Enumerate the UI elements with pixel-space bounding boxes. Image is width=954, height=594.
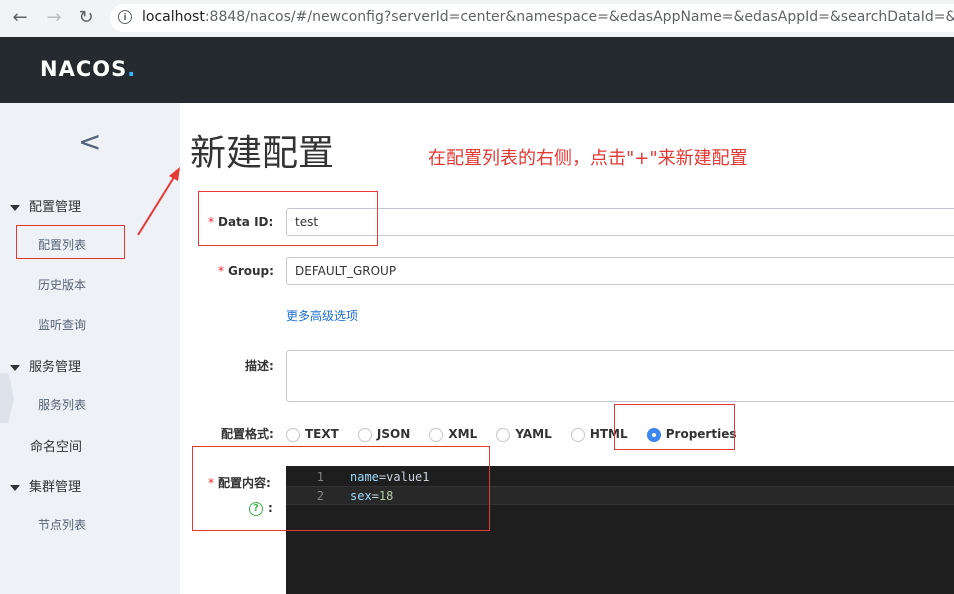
menu-group-label: 配置管理 bbox=[29, 200, 82, 215]
browser-toolbar: ← → ↻ i localhost:8848/nacos/#/newconfig… bbox=[0, 0, 954, 38]
description-textarea[interactable] bbox=[286, 350, 954, 402]
radio-circle bbox=[570, 427, 585, 442]
required-mark: * bbox=[218, 264, 224, 278]
group-input[interactable]: DEFAULT_GROUP bbox=[286, 257, 954, 285]
radio-label: JSON bbox=[376, 427, 411, 442]
format-label: 配置格式: bbox=[221, 427, 274, 441]
radio-xml[interactable]: XML bbox=[429, 427, 477, 442]
reload-icon[interactable]: ↻ bbox=[74, 6, 98, 30]
menu-group-label: 服务管理 bbox=[29, 360, 82, 375]
nacos-logo[interactable]: NACOS. bbox=[40, 57, 136, 81]
sidebar-item-namespace[interactable]: 命名空间 bbox=[30, 436, 82, 455]
sidebar-item-service-list[interactable]: 服务列表 bbox=[38, 396, 86, 413]
sidebar-toggle-handle[interactable] bbox=[0, 373, 14, 423]
radio-circle bbox=[357, 427, 372, 442]
highlight-box-data-id bbox=[198, 191, 378, 246]
logo-dot: . bbox=[127, 57, 137, 81]
menu-group-service[interactable]: 服务管理 bbox=[10, 356, 81, 375]
group-label: * Group: bbox=[218, 264, 274, 278]
label-text: Group: bbox=[228, 264, 274, 278]
url-host: localhost bbox=[142, 9, 205, 25]
annotation-text: 在配置列表的右侧，点击"+"来新建配置 bbox=[428, 148, 748, 169]
caret-down-icon bbox=[10, 364, 20, 371]
collapse-icon[interactable]: < bbox=[78, 127, 101, 157]
menu-group-config[interactable]: 配置管理 bbox=[10, 196, 81, 215]
back-icon[interactable]: ← bbox=[8, 6, 32, 30]
highlight-box-config-list bbox=[16, 225, 125, 259]
logo-text: NACOS bbox=[40, 57, 128, 81]
data-id-input[interactable]: test bbox=[286, 208, 954, 236]
radio-json[interactable]: JSON bbox=[357, 427, 411, 442]
radio-circle bbox=[429, 427, 444, 442]
radio-text[interactable]: TEXT bbox=[286, 427, 339, 442]
menu-group-label: 集群管理 bbox=[29, 480, 82, 495]
page-title: 新建配置 bbox=[190, 133, 335, 174]
info-icon[interactable]: i bbox=[118, 10, 132, 24]
highlight-box-properties bbox=[614, 404, 735, 450]
forward-icon[interactable]: → bbox=[42, 6, 66, 30]
menu-group-cluster[interactable]: 集群管理 bbox=[10, 476, 81, 495]
radio-label: TEXT bbox=[305, 427, 339, 442]
radio-circle bbox=[496, 427, 511, 442]
caret-down-icon bbox=[10, 204, 20, 211]
radio-label: XML bbox=[448, 427, 478, 442]
radio-circle bbox=[286, 427, 300, 442]
url-text: localhost:8848/nacos/#/newconfig?serverI… bbox=[142, 9, 954, 25]
highlight-box-content bbox=[192, 446, 490, 531]
url-path: :8848/nacos/#/newconfig?serverId=center&… bbox=[204, 9, 954, 25]
radio-yaml[interactable]: YAML bbox=[496, 427, 552, 442]
app-header: NACOS. bbox=[0, 37, 954, 103]
annotation-arrow-icon bbox=[137, 167, 180, 236]
advanced-options-link[interactable]: 更多高级选项 bbox=[286, 307, 358, 324]
address-bar[interactable]: i localhost:8848/nacos/#/newconfig?serve… bbox=[110, 4, 954, 32]
radio-label: YAML bbox=[515, 427, 552, 442]
caret-down-icon bbox=[10, 484, 20, 491]
sidebar-item-node-list[interactable]: 节点列表 bbox=[38, 516, 86, 533]
description-label: 描述: bbox=[245, 359, 274, 373]
sidebar-item-listener-query[interactable]: 监听查询 bbox=[38, 316, 86, 333]
sidebar-item-history[interactable]: 历史版本 bbox=[38, 276, 86, 293]
